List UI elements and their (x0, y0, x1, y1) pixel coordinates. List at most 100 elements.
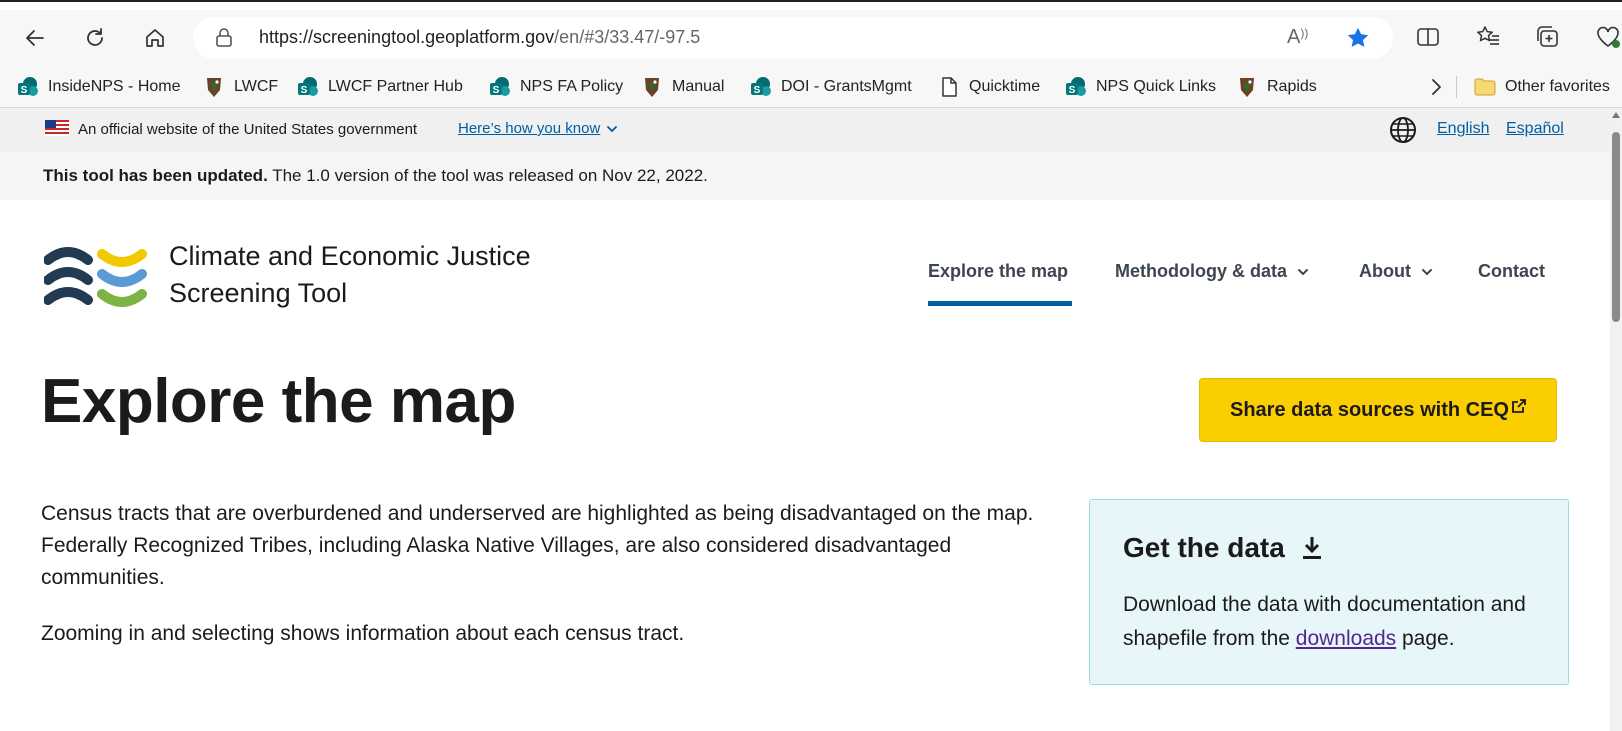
sharepoint-icon: S (298, 77, 318, 96)
favorite-insidenps[interactable]: S InsideNPS - Home (16, 74, 181, 100)
refresh-icon (87, 28, 103, 46)
favorite-manual[interactable]: Manual (640, 74, 724, 100)
nav-methodology-label: Methodology & data (1115, 261, 1287, 281)
split-screen-icon (1417, 28, 1439, 46)
nav-methodology-data[interactable]: Methodology & data (1115, 261, 1309, 282)
back-arrow-icon (26, 30, 44, 46)
svg-text:S: S (21, 85, 28, 96)
get-the-data-title-text: Get the data (1123, 532, 1285, 563)
favorite-label: NPS Quick Links (1096, 78, 1217, 95)
nav-explore-map[interactable]: Explore the map (928, 261, 1068, 282)
page-scrollbar[interactable] (1610, 108, 1622, 731)
favorite-label: Rapids (1267, 78, 1317, 95)
scrollbar-thumb[interactable] (1612, 132, 1620, 322)
update-notice: This tool has been updated. The 1.0 vers… (0, 152, 1610, 200)
collections-button[interactable] (1535, 24, 1565, 54)
favorite-lwcf-partner-hub[interactable]: S LWCF Partner Hub (296, 74, 463, 100)
favorite-label: NPS FA Policy (520, 78, 624, 95)
folder-icon (1474, 78, 1496, 96)
lang-spanish-link[interactable]: Español (1506, 120, 1564, 138)
sharepoint-icon: S (1066, 77, 1086, 96)
zoom-instructions: Zooming in and selecting shows informati… (41, 622, 685, 645)
favorite-rapids[interactable]: Rapids (1235, 74, 1317, 100)
favorite-nps-quick-links[interactable]: S NPS Quick Links (1064, 74, 1216, 100)
more-favorites-chevron-icon[interactable] (1425, 76, 1447, 98)
us-flag-icon (45, 120, 69, 136)
collections-icon (1537, 26, 1558, 47)
refresh-button[interactable] (79, 22, 111, 54)
back-button[interactable] (19, 22, 51, 54)
sharepoint-icon: S (18, 77, 38, 96)
nav-active-indicator (928, 301, 1072, 306)
card-body-end: page. (1396, 627, 1455, 650)
read-aloud-icon[interactable]: A)) (1287, 26, 1308, 49)
cejst-logo[interactable] (44, 246, 148, 310)
split-screen-button[interactable] (1415, 24, 1445, 54)
download-icon (1302, 537, 1321, 559)
site-title-line2: Screening Tool (169, 278, 348, 308)
favorite-label: InsideNPS - Home (48, 78, 181, 95)
favorites-button[interactable] (1475, 24, 1505, 54)
gov-official-text: An official website of the United States… (78, 121, 418, 138)
chevron-down-icon (1421, 268, 1432, 275)
nav-about[interactable]: About (1359, 261, 1433, 282)
favorite-star-icon[interactable] (1345, 25, 1371, 51)
favorite-label: LWCF Partner Hub (328, 78, 463, 95)
url-host: https://screeningtool.geoplatform.gov (259, 27, 555, 47)
health-heart-icon (1597, 26, 1620, 48)
chevron-down-icon (607, 125, 618, 132)
svg-text:S: S (754, 85, 761, 96)
url-text[interactable]: https://screeningtool.geoplatform.gov/en… (259, 27, 700, 48)
home-icon (146, 29, 164, 47)
url-path: /en/#3/33.47/-97.5 (554, 27, 701, 47)
get-the-data-title: Get the data (1123, 532, 1323, 564)
globe-icon (1390, 117, 1416, 143)
gov-banner: An official website of the United States… (0, 108, 1610, 152)
favorite-label: Manual (672, 78, 725, 95)
document-icon (942, 77, 957, 97)
sharepoint-icon: S (751, 77, 771, 96)
lang-english-link[interactable]: English (1437, 120, 1489, 138)
update-bold: This tool has been updated. (43, 166, 268, 185)
svg-text:S: S (493, 85, 500, 96)
address-bar[interactable]: https://screeningtool.geoplatform.gov/en… (193, 17, 1393, 59)
favorites-list-icon (1477, 26, 1499, 45)
sharepoint-icon: S (490, 77, 510, 96)
downloads-link[interactable]: downloads (1296, 627, 1396, 650)
nav-contact[interactable]: Contact (1478, 261, 1545, 282)
svg-text:S: S (301, 85, 308, 96)
other-favorites-label: Other favorites (1505, 78, 1610, 95)
favorite-lwcf[interactable]: LWCF (202, 74, 278, 100)
favorite-doi-grantsmgmt[interactable]: S DOI - GrantsMgmt (749, 74, 912, 100)
nps-arrowhead-icon (645, 78, 659, 97)
favorites-bar: S InsideNPS - Home LWCF S LWCF Partner H… (0, 66, 1622, 108)
chevron-down-icon (1298, 268, 1308, 275)
browser-essentials-button[interactable] (1595, 24, 1621, 54)
lock-icon[interactable] (213, 27, 235, 49)
nav-explore-label: Explore the map (928, 261, 1069, 281)
site-title[interactable]: Climate and Economic Justice Screening T… (169, 238, 531, 312)
nps-arrowhead-icon (207, 78, 221, 97)
intro-paragraph: Census tracts that are overburdened and … (41, 502, 1034, 589)
nav-contact-label: Contact (1478, 261, 1545, 281)
home-button[interactable] (139, 22, 171, 54)
web-page: An official website of the United States… (0, 108, 1610, 731)
heres-how-you-know-link[interactable]: Here’s how you know (458, 120, 618, 137)
get-the-data-card: Get the data Download the data with docu… (1089, 499, 1569, 685)
update-message: This tool has been updated. The 1.0 vers… (43, 166, 708, 186)
favorites-divider (1456, 76, 1457, 98)
window-top-edge (0, 0, 1622, 10)
favorite-nps-fa-policy[interactable]: S NPS FA Policy (488, 74, 623, 100)
favorite-label: LWCF (234, 78, 279, 95)
favorite-label: Quicktime (969, 78, 1041, 95)
other-favorites[interactable]: Other favorites (1473, 74, 1610, 100)
scroll-up-arrow-icon[interactable] (1612, 112, 1620, 118)
share-data-sources-button[interactable]: Share data sources with CEQ (1199, 378, 1557, 442)
favorite-quicktime[interactable]: Quicktime (937, 74, 1040, 100)
get-the-data-body: Download the data with documentation and… (1123, 588, 1543, 656)
favorite-label: DOI - GrantsMgmt (781, 78, 912, 95)
site-title-line1: Climate and Economic Justice (169, 241, 531, 271)
nav-about-label: About (1359, 261, 1411, 281)
svg-text:S: S (1069, 85, 1076, 96)
heres-how-you-know-label: Here’s how you know (458, 120, 601, 137)
